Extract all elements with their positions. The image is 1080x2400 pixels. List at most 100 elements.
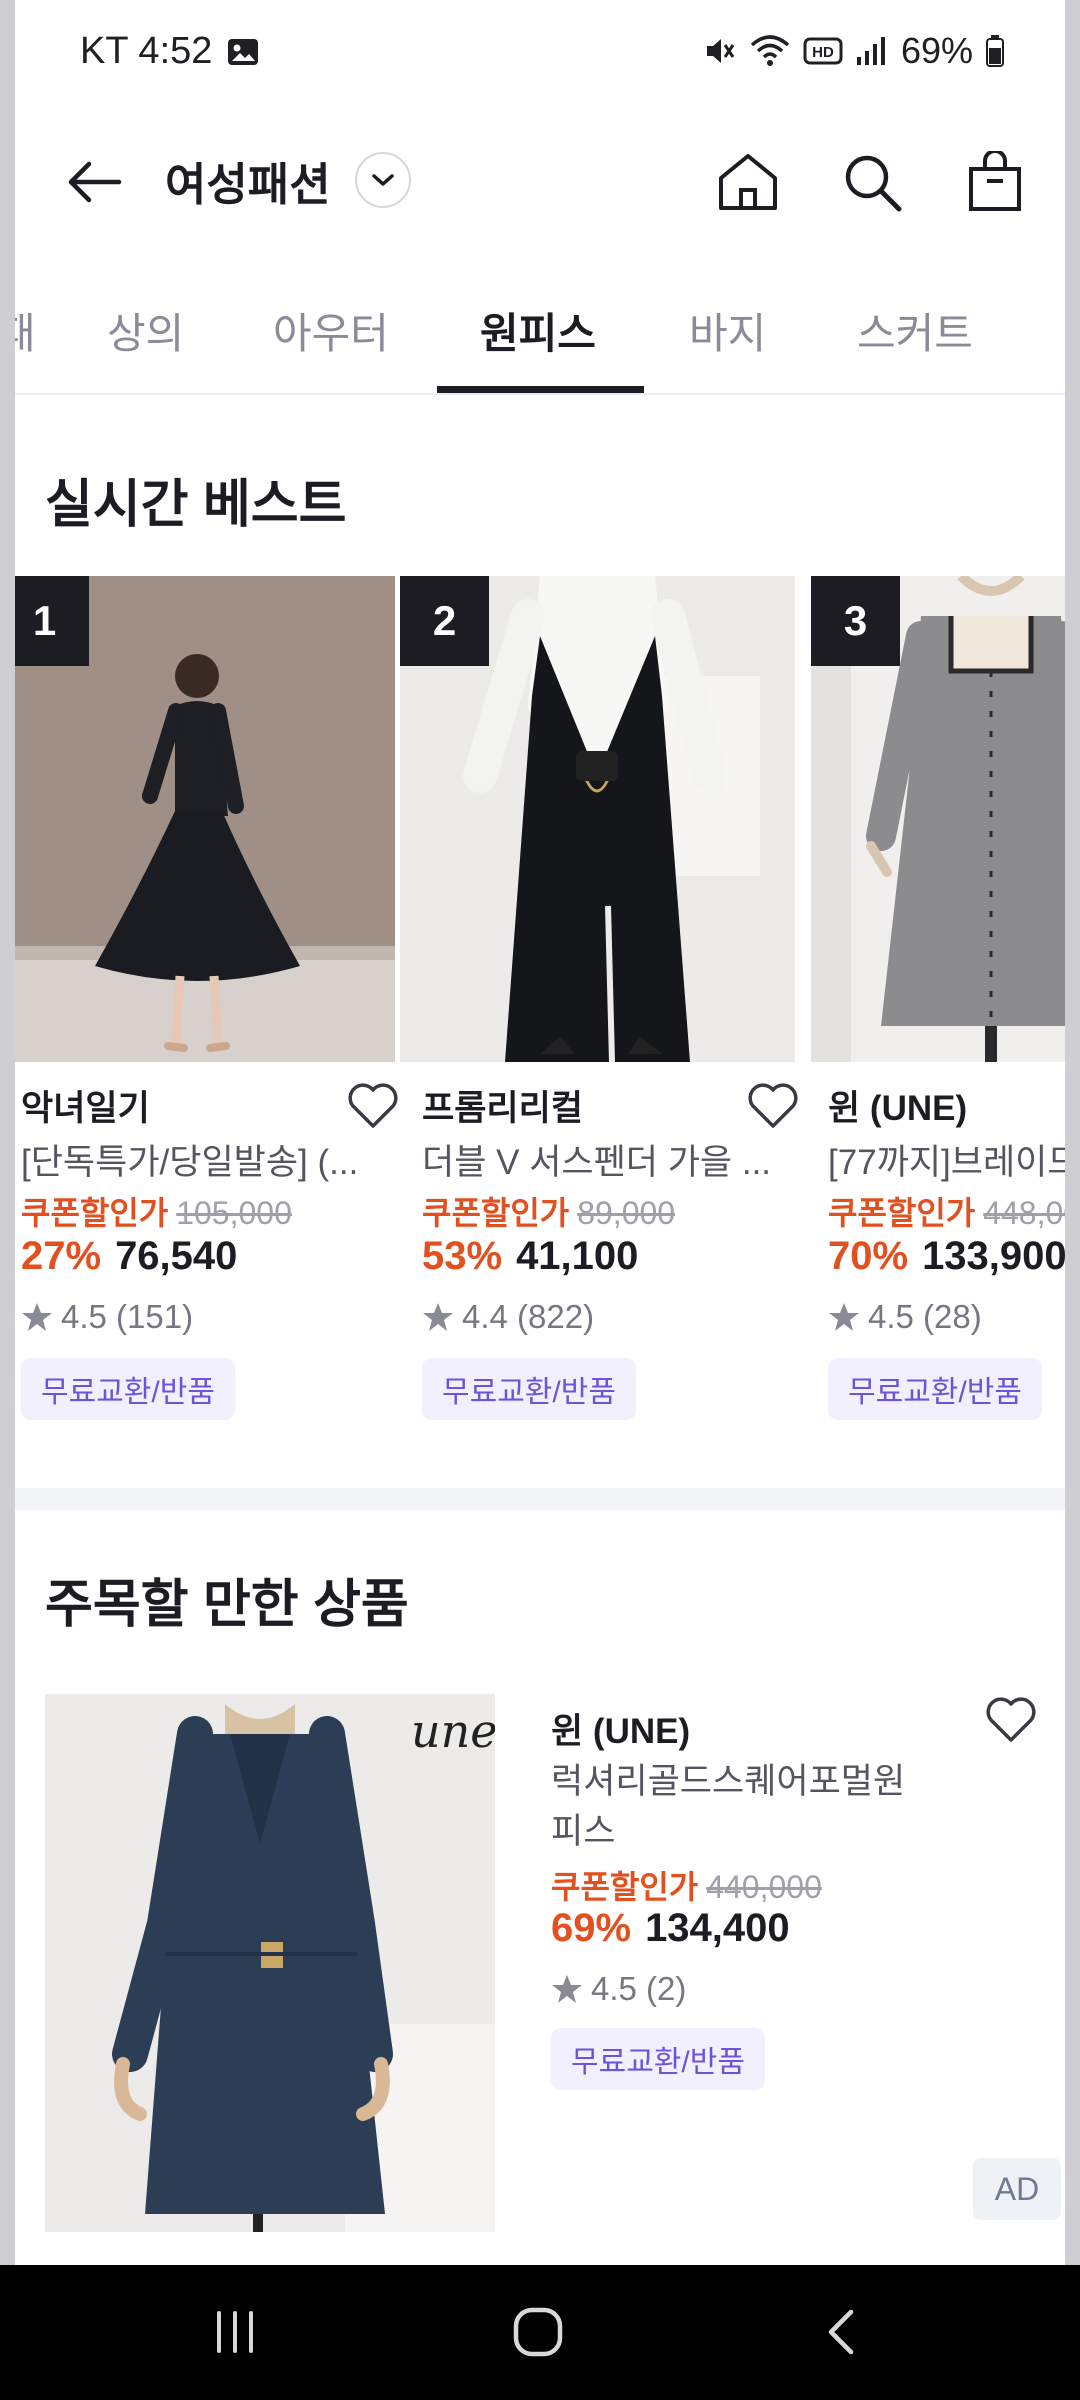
coat-photo [45, 1694, 495, 2232]
star-icon [829, 1303, 859, 1331]
carrier-time: KT 4:52 [80, 30, 213, 72]
status-bar: KT 4:52 HD 69% [15, 0, 1065, 110]
signal-icon [855, 35, 889, 67]
free-return-badge: 무료교환/반품 [21, 1358, 235, 1420]
discount-rate: 70% [828, 1234, 909, 1278]
product-name-line1: 럭셔리골드스퀘어포멀원 [551, 1762, 906, 1801]
rank-badge: 2 [400, 576, 489, 666]
product-name: [단독특가/당일발송] (... [21, 1143, 359, 1182]
discount-rate: 53% [422, 1234, 503, 1278]
search-button[interactable] [832, 142, 912, 222]
svg-text:HD: HD [812, 44, 834, 61]
featured-product-image[interactable]: une [45, 1694, 495, 2232]
star-icon [423, 1303, 453, 1331]
active-tab-indicator [437, 386, 644, 393]
cart-button[interactable] [955, 142, 1035, 222]
app-bar: 여성패션 [15, 130, 1065, 230]
rating: 4.4 (822) [422, 1298, 594, 1336]
product-card-2[interactable]: 2 프롬리리컬 더블 V 서스펜더 가을 ... 쿠폰할인가 89,000 53%… [400, 576, 798, 1436]
heart-icon[interactable] [347, 1082, 399, 1130]
coupon-price-row: 쿠폰할인가 89,000 [422, 1188, 675, 1234]
rating-text: 4.4 (822) [462, 1298, 595, 1335]
hd-icon: HD [803, 35, 843, 67]
best-section-title: 실시간 베스트 [45, 476, 347, 534]
back-arrow-icon [68, 161, 122, 203]
product-name: 더블 V 서스펜더 가을 ... [422, 1143, 772, 1182]
sale-price: 133,900 [922, 1234, 1065, 1278]
rating-text: 4.5 (28) [868, 1298, 982, 1335]
original-price: 448,000 [983, 1195, 1065, 1231]
category-dropdown-button[interactable] [355, 152, 411, 208]
coupon-label: 쿠폰할인가 [422, 1195, 570, 1231]
back-button[interactable] [53, 142, 133, 222]
rating-text: 4.5 (151) [61, 1298, 194, 1335]
product-card-3[interactable]: 3 윈 (UNE) [77까지]브레이드 쿠폰할인가448,000 70% 133… [811, 576, 1065, 1436]
product-image[interactable]: 1 [15, 576, 395, 1062]
product-name-line2: 피스 [551, 1812, 616, 1851]
tab-tops[interactable]: 상의 [107, 300, 184, 361]
product-name: [77까지]브레이드 [828, 1143, 1065, 1182]
tab-skirts[interactable]: 스커트 [857, 300, 973, 361]
rank-badge: 1 [15, 576, 89, 666]
rating: 4.5 (28) [828, 1298, 982, 1336]
coupon-price-row: 쿠폰할인가 440,000 [551, 1862, 822, 1908]
discount-rate: 27% [21, 1234, 102, 1278]
sale-price: 134,400 [645, 1906, 790, 1950]
product-image[interactable]: 2 [400, 576, 795, 1062]
price-row: 70% 133,900 [828, 1234, 1065, 1279]
free-return-badge: 무료교환/반품 [551, 2028, 765, 2090]
product-card-1[interactable]: 1 악녀일기 [단독특가/당일발송] (... 쿠폰할인가 105,000 27%… [15, 576, 398, 1436]
tab-partial-right[interactable]: 서 [1063, 300, 1065, 361]
home-nav-button[interactable] [493, 2297, 583, 2367]
ad-badge[interactable]: AD [973, 2158, 1061, 2220]
original-price: 89,000 [577, 1195, 676, 1231]
system-nav-bar [0, 2265, 1080, 2400]
category-tabs: 패 상의 아우터 원피스 바지 스커트 서 [15, 280, 1065, 395]
product-brand: 윈 (UNE) [828, 1089, 968, 1128]
product-brand: 윈 (UNE) [551, 1712, 691, 1751]
shopping-bag-icon [969, 151, 1021, 211]
original-price: 440,000 [706, 1869, 822, 1905]
coupon-label: 쿠폰할인가 [551, 1869, 699, 1905]
original-price: 105,000 [176, 1195, 292, 1231]
rating-text: 4.5 (2) [591, 1970, 687, 2007]
section-divider [15, 1488, 1065, 1510]
back-chevron-icon [828, 2309, 854, 2355]
price-row: 53% 41,100 [422, 1234, 638, 1279]
coupon-label: 쿠폰할인가 [828, 1195, 976, 1231]
tab-pants[interactable]: 바지 [689, 300, 766, 361]
coupon-price-row: 쿠폰할인가 105,000 [21, 1188, 292, 1234]
page-title[interactable]: 여성패션 [165, 148, 331, 213]
featured-section-title: 주목할 만한 상품 [45, 1576, 409, 1634]
heart-icon[interactable] [985, 1696, 1037, 1744]
mute-icon [701, 33, 737, 69]
coupon-label: 쿠폰할인가 [21, 1195, 169, 1231]
sale-price: 76,540 [115, 1234, 238, 1278]
brand-watermark: une [411, 1704, 495, 1758]
status-right: HD 69% [701, 30, 1005, 72]
wifi-icon [749, 33, 791, 69]
tab-partial-left[interactable]: 패 [15, 300, 36, 361]
battery-percent: 69% [900, 30, 973, 71]
home-button[interactable] [708, 142, 788, 222]
back-nav-button[interactable] [796, 2297, 886, 2367]
tab-outer[interactable]: 아우터 [273, 300, 389, 361]
tab-dresses[interactable]: 원피스 [480, 300, 596, 361]
chevron-down-icon [372, 174, 394, 186]
heart-icon[interactable] [747, 1082, 799, 1130]
recent-apps-button[interactable] [190, 2297, 280, 2367]
free-return-badge: 무료교환/반품 [422, 1358, 636, 1420]
status-left: KT 4:52 [80, 30, 260, 73]
gallery-icon [226, 35, 260, 69]
rating: 4.5 (2) [551, 1970, 686, 2008]
discount-rate: 69% [551, 1906, 632, 1950]
search-icon [845, 155, 902, 212]
app-screen: KT 4:52 HD 69% 여성패션 패 상의 아우터 원피스 바지 스커트 … [15, 0, 1065, 2265]
coupon-price-row: 쿠폰할인가448,000 [828, 1188, 1065, 1234]
price-row: 69% 134,400 [551, 1906, 790, 1951]
rank-badge: 3 [811, 576, 900, 666]
price-row: 27% 76,540 [21, 1234, 237, 1279]
product-image[interactable]: 3 [811, 576, 1065, 1062]
recent-apps-icon [217, 2311, 253, 2353]
star-icon [552, 1975, 582, 2003]
